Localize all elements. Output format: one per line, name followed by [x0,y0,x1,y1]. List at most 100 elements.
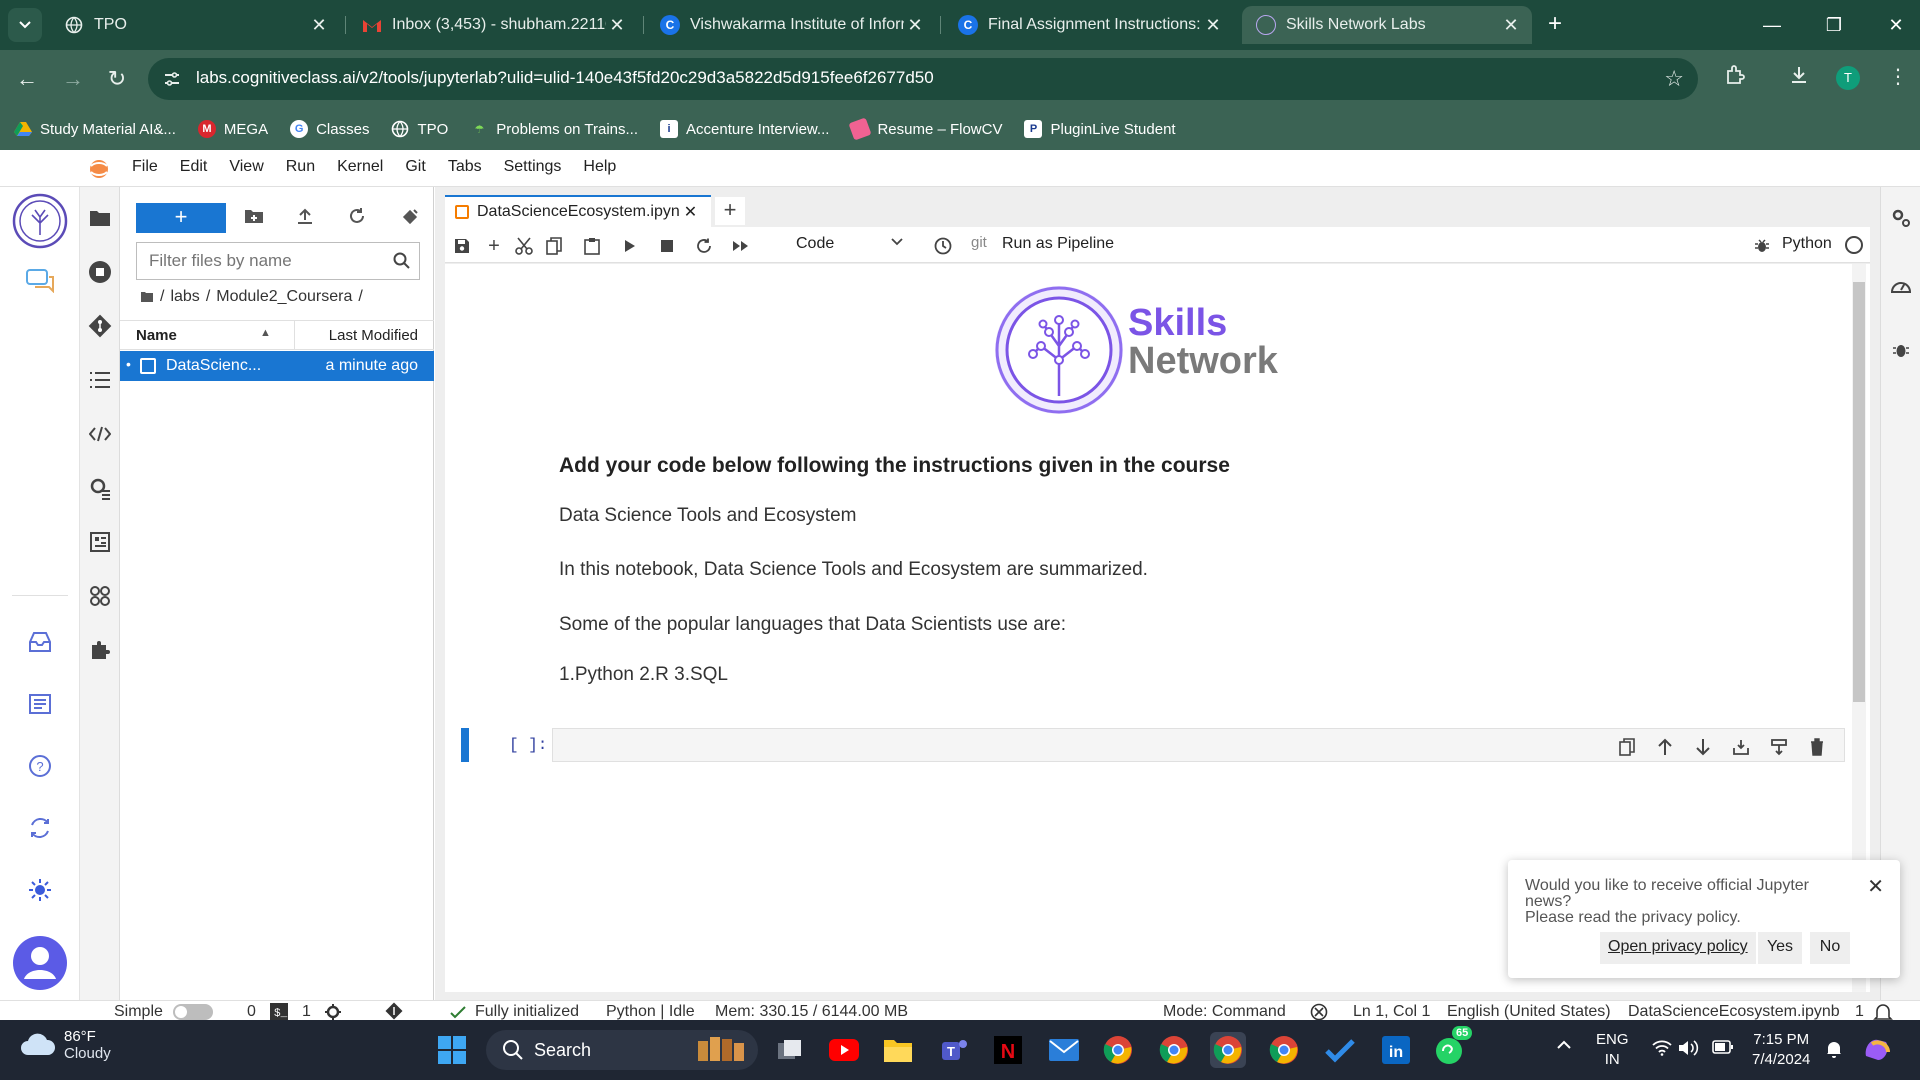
browser-menu-icon[interactable]: ⋮ [1888,64,1908,89]
code-cell[interactable]: [ ]: [461,728,1851,762]
browser-tab-tpo[interactable]: TPO ✕ [50,6,340,44]
cell-type-select[interactable]: Code [796,235,834,253]
linkedin-icon[interactable]: in [1378,1032,1414,1068]
column-modified-header[interactable]: Last Modified [329,327,418,344]
clock[interactable]: 7:15 PM 7/4/2024 [1752,1030,1810,1070]
menu-git[interactable]: Git [405,158,425,176]
clock-icon[interactable] [932,235,954,257]
help-icon[interactable]: ? [25,751,55,781]
move-cell-up-icon[interactable] [1654,736,1676,758]
refresh-icon[interactable] [348,207,372,231]
menu-edit[interactable]: Edit [180,158,208,176]
user-avatar-icon[interactable] [12,935,68,991]
kernel-name[interactable]: Python [1782,235,1832,253]
weather-widget[interactable]: 86°F Cloudy [20,1028,111,1062]
new-launcher-button[interactable]: + [136,203,226,233]
debugger-icon[interactable] [1886,335,1916,365]
tab-search-button[interactable] [8,8,42,42]
chrome-active-icon[interactable] [1210,1032,1246,1068]
bell-icon[interactable] [1873,1002,1893,1022]
open-privacy-policy-button[interactable]: Open privacy policy [1600,932,1756,964]
move-cell-down-icon[interactable] [1692,736,1714,758]
run-as-pipeline-button[interactable]: Run as Pipeline [1002,235,1114,253]
restart-kernel-icon[interactable] [693,235,715,257]
menu-view[interactable]: View [229,158,263,176]
chrome-profile-icon[interactable] [1156,1032,1192,1068]
close-window-icon[interactable]: ✕ [1876,10,1916,40]
forward-icon[interactable]: → [58,64,88,94]
trusted-icon[interactable] [1310,1003,1328,1021]
whatsapp-icon[interactable]: 65 [1432,1026,1473,1068]
show-hidden-icons-icon[interactable] [1556,1040,1572,1050]
duplicate-cell-icon[interactable] [1616,736,1638,758]
bookmark-pluginlive[interactable]: P PluginLive Student [1024,120,1176,138]
wifi-icon[interactable] [1652,1040,1672,1056]
menu-run[interactable]: Run [286,158,315,176]
breadcrumb-labs[interactable]: labs [170,288,199,306]
news-icon[interactable] [25,689,55,719]
close-icon[interactable]: ✕ [1867,874,1884,899]
upload-icon[interactable] [296,207,320,231]
cursor-position[interactable]: Ln 1, Col 1 [1353,1004,1430,1020]
close-tab-icon[interactable]: ✕ [684,202,697,222]
chrome-profile-2-icon[interactable] [1266,1032,1302,1068]
bookmark-accenture[interactable]: i Accenture Interview... [660,120,829,138]
file-list-item[interactable]: • DataScienc... a minute ago [120,351,434,381]
insert-cell-above-icon[interactable] [1730,736,1752,758]
cut-icon[interactable] [513,235,535,257]
close-tab-icon[interactable]: ✕ [308,15,330,36]
menu-kernel[interactable]: Kernel [337,158,383,176]
close-tab-icon[interactable]: ✕ [904,15,926,36]
property-inspector-gears-icon[interactable] [1886,203,1916,233]
breadcrumb-module2-coursera[interactable]: Module2_Coursera [216,288,352,306]
stop-icon[interactable] [656,235,678,257]
running-sessions-icon[interactable] [85,257,115,287]
site-settings-icon[interactable] [162,69,182,89]
code-snippets-icon[interactable] [85,419,115,449]
browser-tab-inbox[interactable]: Inbox (3,453) - shubham.22110 ✕ [348,6,638,44]
kernel-count[interactable]: 1 [302,1004,311,1020]
browser-tab-skills-network[interactable]: Skills Network Labs ✕ [1242,6,1532,44]
minimize-window-icon[interactable]: — [1752,10,1792,40]
git-status-icon[interactable] [385,1002,403,1020]
restart-run-all-icon[interactable] [730,235,752,257]
browser-tab-final-assignment[interactable]: C Final Assignment Instructions: C ✕ [944,6,1234,44]
data-icon[interactable] [85,581,115,611]
copilot-icon[interactable] [1862,1034,1892,1064]
netflix-icon[interactable]: N [990,1032,1026,1068]
bookmark-study-material[interactable]: Study Material AI&... [14,120,176,138]
delete-cell-icon[interactable] [1806,736,1828,758]
address-bar[interactable]: labs.cognitiveclass.ai/v2/tools/jupyterl… [148,58,1698,100]
sync-icon[interactable] [25,813,55,843]
volume-icon[interactable] [1678,1040,1700,1056]
notification-bell-icon[interactable] [1826,1040,1842,1058]
chat-icon[interactable] [25,265,55,295]
bookmark-classes[interactable]: G Classes [290,120,369,138]
git-clone-icon[interactable] [400,207,424,231]
insert-cell-below-icon[interactable] [1768,736,1790,758]
file-explorer-icon[interactable] [880,1032,916,1068]
menu-file[interactable]: File [132,158,158,176]
bookmark-flowcv[interactable]: Resume – FlowCV [848,117,1002,141]
back-icon[interactable]: ← [12,64,42,94]
debugger-icon[interactable] [1751,235,1773,257]
no-button[interactable]: No [1810,932,1850,964]
table-of-contents-icon[interactable] [85,365,115,395]
new-folder-icon[interactable] [244,207,268,231]
battery-icon[interactable] [1712,1040,1734,1054]
kernel-state[interactable]: Python | Idle [606,1004,695,1020]
file-filter-field[interactable] [136,242,420,280]
restore-window-icon[interactable]: ❐ [1814,10,1854,40]
bookmark-mega[interactable]: M MEGA [197,120,268,138]
file-browser-icon[interactable] [85,203,115,233]
browser-tab-vishwakarma[interactable]: C Vishwakarma Institute of Inform ✕ [646,6,936,44]
reload-icon[interactable]: ↻ [102,64,132,94]
bookmark-star-icon[interactable]: ☆ [1664,66,1684,92]
save-icon[interactable] [451,235,473,257]
mail-icon[interactable] [1046,1032,1082,1068]
close-tab-icon[interactable]: ✕ [1202,15,1224,36]
yes-button[interactable]: Yes [1758,932,1802,964]
notebook-tab[interactable]: DataScienceEcosystem.ipyn ✕ [445,195,711,227]
close-tab-icon[interactable]: ✕ [606,15,628,36]
new-tab-button[interactable]: + [715,197,745,225]
